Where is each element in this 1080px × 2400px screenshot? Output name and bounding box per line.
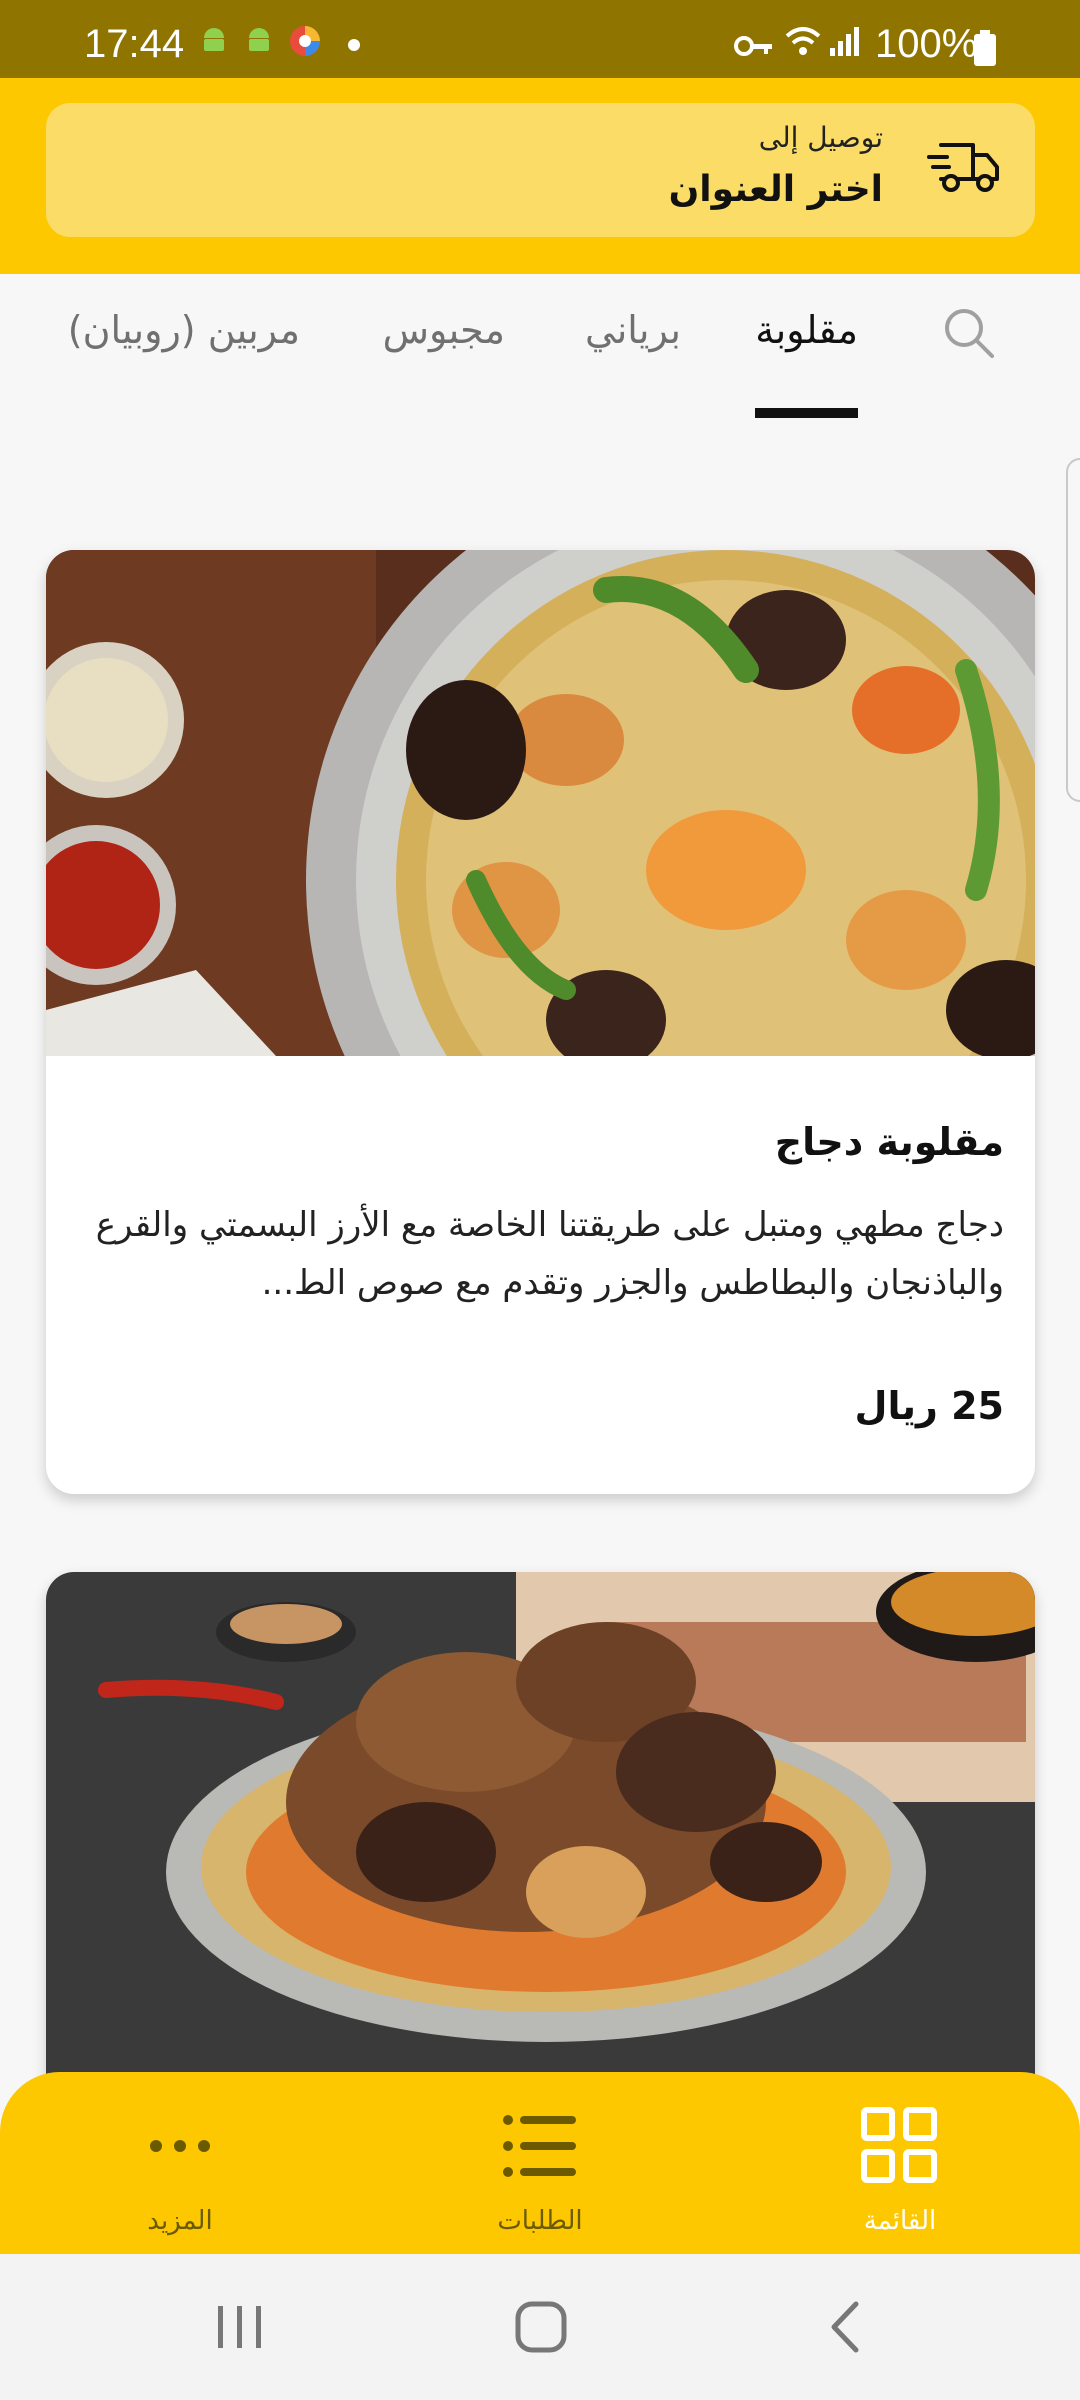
list-icon xyxy=(500,2106,580,2190)
product-description: دجاج مطهي ومتبل على طريقتنا الخاصة مع ال… xyxy=(95,1205,1004,1303)
app-badge-icon xyxy=(288,24,322,63)
delivery-truck-icon xyxy=(927,139,1001,203)
more-dots-icon xyxy=(140,2106,220,2190)
android-icon xyxy=(198,24,230,61)
bottom-navigation: القائمة الطلبات المزيد xyxy=(0,2072,1080,2254)
status-time: 17:44 xyxy=(84,22,185,66)
tab-maqluba[interactable]: مقلوبة xyxy=(755,308,858,352)
wifi-icon xyxy=(784,24,822,63)
home-icon[interactable] xyxy=(508,2292,578,2366)
signal-icon xyxy=(828,24,862,63)
grid-icon xyxy=(860,2106,940,2190)
meat-maqluba-photo xyxy=(46,1572,1035,2078)
tab-marbeen[interactable]: مربين (روبيان) xyxy=(68,308,300,352)
side-scroll-handle[interactable] xyxy=(1066,458,1080,802)
battery-icon xyxy=(974,30,996,71)
search-icon[interactable] xyxy=(940,304,996,364)
nav-menu[interactable]: القائمة xyxy=(720,2072,1080,2254)
nav-more[interactable]: المزيد xyxy=(0,2072,360,2254)
system-navigation-bar xyxy=(0,2254,1080,2400)
nav-orders[interactable]: الطلبات xyxy=(360,2072,720,2254)
choose-address-label: اختر العنوان xyxy=(668,169,883,210)
tab-majboos[interactable]: مجبوس xyxy=(383,308,505,352)
vpn-key-icon xyxy=(734,34,774,63)
nav-orders-label: الطلبات xyxy=(497,2206,583,2236)
dot-icon xyxy=(348,38,360,56)
product-title: مقلوبة دجاج xyxy=(774,1120,1004,1164)
tab-biryani[interactable]: برياني xyxy=(585,308,681,352)
nav-more-label: المزيد xyxy=(147,2206,213,2236)
battery-percentage: 100% xyxy=(875,22,978,66)
product-card[interactable]: مقلوبة دجاج دجاج مطهي ومتبل على طريقتنا … xyxy=(46,550,1035,1494)
nav-menu-label: القائمة xyxy=(863,2206,937,2236)
product-price: 25 ريال xyxy=(854,1384,1004,1428)
back-icon[interactable] xyxy=(816,2292,876,2366)
address-selector[interactable]: توصيل إلى اختر العنوان xyxy=(46,103,1035,237)
status-bar: 17:44 100% xyxy=(0,0,1080,78)
recent-apps-icon[interactable] xyxy=(210,2292,270,2366)
android-icon xyxy=(243,24,275,61)
active-tab-indicator xyxy=(755,408,858,418)
chicken-maqluba-photo xyxy=(46,550,1035,1056)
deliver-to-label: توصيل إلى xyxy=(758,121,883,154)
category-tabs: مقلوبة برياني مجبوس مربين (روبيان) xyxy=(0,274,1080,424)
